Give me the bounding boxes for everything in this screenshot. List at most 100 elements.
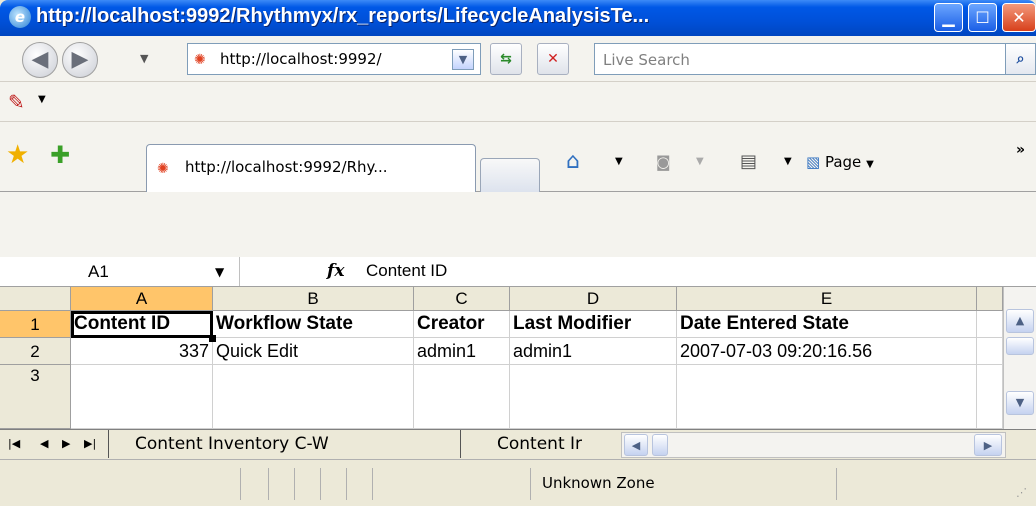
print-dropdown[interactable]: ▼ [784, 150, 792, 174]
cell-f3[interactable] [977, 365, 1003, 429]
first-sheet-icon[interactable]: |◀ [8, 434, 20, 454]
status-divider [530, 468, 531, 500]
column-header-e[interactable]: E [677, 287, 977, 311]
resize-grip-icon[interactable]: ⋰ [1016, 486, 1027, 499]
scroll-left-button[interactable]: ◀ [624, 434, 648, 456]
address-bar[interactable]: ✺ http://localhost:9992/ ▼ [187, 43, 481, 75]
tab-active[interactable]: ✺ http://localhost:9992/Rhy... [146, 144, 476, 192]
name-box-value: A1 [88, 262, 109, 281]
chevron-down-icon: ▼ [866, 159, 874, 170]
fill-handle[interactable] [209, 335, 216, 342]
cell-a2[interactable]: 337 [71, 338, 213, 365]
stop-button[interactable]: ✕ [537, 43, 569, 75]
maximize-button[interactable]: ☐ [968, 3, 997, 32]
recent-pages-dropdown[interactable]: ▼ [140, 52, 148, 65]
vertical-scrollbar[interactable]: ▲ ▼ [1003, 287, 1036, 429]
prev-sheet-icon[interactable]: ◀ [40, 434, 48, 454]
pdf-icon[interactable]: ✎ [8, 90, 32, 114]
sheet-tab-label: Content Ir [497, 434, 583, 454]
horizontal-scrollbar[interactable]: ◀ ▶ [621, 432, 1006, 458]
scroll-right-button[interactable]: ▶ [974, 434, 1002, 456]
close-button[interactable]: ✕ [1002, 3, 1036, 32]
cell-e3[interactable] [677, 365, 977, 429]
new-tab-button[interactable] [480, 158, 540, 192]
scroll-thumb[interactable] [1006, 337, 1034, 355]
more-commands-icon[interactable]: » [1016, 142, 1025, 158]
stop-icon: ✕ [547, 51, 559, 67]
scroll-up-button[interactable]: ▲ [1006, 309, 1034, 333]
cell-e1[interactable]: Date Entered State [677, 311, 977, 338]
cell-c3[interactable] [414, 365, 510, 429]
selected-cell-outline [71, 311, 213, 338]
name-box[interactable]: A1 ▼ [0, 257, 240, 286]
last-sheet-icon[interactable]: ▶| [84, 434, 96, 454]
chevron-up-icon: ▲ [1015, 314, 1025, 327]
page-icon: ▧ [806, 153, 821, 171]
cell-d1[interactable]: Last Modifier [510, 311, 677, 338]
search-box[interactable]: Live Search [594, 43, 1006, 75]
scroll-down-button[interactable]: ▼ [1006, 391, 1034, 415]
cell-b1[interactable]: Workflow State [213, 311, 414, 338]
column-header-f[interactable] [977, 287, 1003, 311]
spreadsheet-grid: A B C D E 1 2 3 Content ID Workflow Stat… [0, 287, 1036, 429]
address-dropdown-button[interactable]: ▼ [452, 49, 474, 70]
cell-f2[interactable] [977, 338, 1003, 365]
forward-button[interactable]: ▶ [62, 42, 98, 78]
refresh-button[interactable]: ⇆ [490, 43, 522, 75]
window-title: http://localhost:9992/Rhythmyx/rx_report… [36, 5, 650, 27]
column-header-a[interactable]: A [71, 287, 213, 311]
add-favorite-icon[interactable]: ✚ [50, 140, 70, 170]
chevron-right-icon: ▶ [983, 439, 993, 452]
status-divider [346, 468, 347, 500]
pdf-dropdown[interactable]: ▼ [38, 94, 46, 105]
refresh-icon: ⇆ [500, 51, 512, 67]
status-bar: Unknown Zone ⋰ [0, 459, 1036, 506]
sheet-tab-label: Content Inventory C-W [135, 434, 329, 454]
print-icon[interactable]: ▤ [740, 150, 757, 174]
close-icon: ✕ [1012, 8, 1026, 27]
row-header-1[interactable]: 1 [0, 311, 71, 338]
cell-d2[interactable]: admin1 [510, 338, 677, 365]
back-button[interactable]: ◀ [22, 42, 58, 78]
security-zone-label: Unknown Zone [542, 474, 655, 492]
sheet-tab-content-ir[interactable]: Content Ir [460, 430, 620, 458]
chevron-down-icon[interactable]: ▼ [215, 265, 224, 279]
cell-a3[interactable] [71, 365, 213, 429]
favorites-star-icon[interactable]: ★ [6, 140, 29, 170]
cell-d3[interactable] [510, 365, 677, 429]
column-header-c[interactable]: C [414, 287, 510, 311]
cell-c1[interactable]: Creator [414, 311, 510, 338]
column-header-d[interactable]: D [510, 287, 677, 311]
status-divider [836, 468, 837, 500]
ie-logo-icon: e [9, 6, 31, 28]
tab-label: http://localhost:9992/Rhy... [185, 158, 388, 176]
address-input[interactable]: http://localhost:9992/ [220, 50, 382, 68]
row-header-2[interactable]: 2 [0, 338, 71, 365]
cell-b2[interactable]: Quick Edit [213, 338, 414, 365]
home-dropdown[interactable]: ▼ [615, 150, 623, 174]
search-button[interactable]: ⌕ [1005, 43, 1036, 75]
search-icon: ⌕ [1016, 51, 1025, 67]
minimize-button[interactable]: ▁ [934, 3, 963, 32]
page-menu[interactable]: ▧ Page ▼ [806, 150, 874, 177]
home-icon[interactable]: ⌂ [566, 150, 580, 174]
row-header-3[interactable]: 3 [0, 365, 71, 429]
minimize-icon: ▁ [942, 8, 955, 27]
cell-b3[interactable] [213, 365, 414, 429]
feeds-icon[interactable]: ◙ [656, 150, 671, 174]
search-input[interactable]: Live Search [603, 51, 690, 69]
column-header-b[interactable]: B [213, 287, 414, 311]
forward-arrow-icon: ▶ [71, 47, 89, 72]
status-divider [294, 468, 295, 500]
sheet-tab-content-inventory-c-w[interactable]: Content Inventory C-W [108, 430, 448, 458]
select-all-corner[interactable] [0, 287, 71, 311]
page-menu-label: Page [824, 153, 862, 171]
formula-input[interactable]: Content ID [366, 261, 447, 281]
cell-c2[interactable]: admin1 [414, 338, 510, 365]
feeds-dropdown[interactable]: ▼ [696, 150, 704, 174]
cell-e2[interactable]: 2007-07-03 09:20:16.56 [677, 338, 977, 365]
next-sheet-icon[interactable]: ▶ [62, 434, 70, 454]
horizontal-scroll-thumb[interactable] [652, 434, 668, 456]
function-icon[interactable]: fx [327, 261, 344, 281]
cell-f1[interactable] [977, 311, 1003, 338]
